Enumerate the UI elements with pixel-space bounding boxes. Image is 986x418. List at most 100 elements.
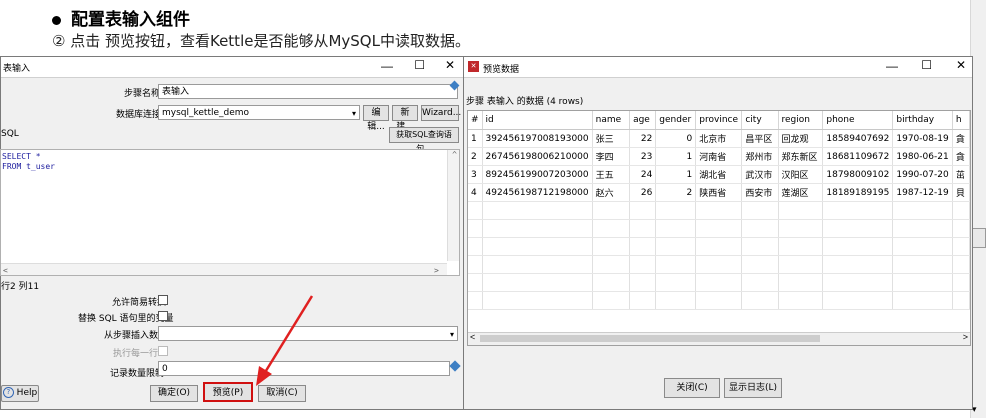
document-scroll-thumb[interactable] (972, 228, 986, 248)
column-header-col3[interactable]: age (629, 111, 657, 130)
column-header-col2[interactable]: name (592, 111, 631, 130)
empty-cell (655, 201, 697, 220)
table-cell: 1 (655, 147, 697, 166)
empty-cell (629, 219, 657, 238)
help-button[interactable]: ? Help (1, 385, 39, 402)
step-name-input[interactable]: 表输入 (158, 84, 458, 99)
sql-vscrollbar[interactable] (447, 150, 459, 261)
table-cell: 1980-06-21 (892, 147, 953, 166)
scroll-left-icon[interactable]: < (470, 332, 475, 342)
empty-row (468, 201, 970, 220)
preview-button[interactable]: 预览(P) (203, 382, 253, 402)
column-header-col8[interactable]: phone (822, 111, 894, 130)
table-row[interactable]: 2 267456198006210000 李四 23 1 河南省 郑州市 郑东新区 186811… (468, 147, 970, 166)
db-connection-select[interactable]: mysql_kettle_demo ▾ (158, 105, 360, 120)
empty-cell (695, 219, 743, 238)
grid-hscrollbar[interactable]: < > (468, 332, 970, 345)
empty-cell (822, 291, 894, 310)
table-cell: 892456199007203000 (482, 165, 593, 184)
table-cell: 1 (468, 129, 483, 148)
table-row[interactable]: 1 392456197008193000 张三 22 0 北京市 昌平区 回龙观 1858940… (468, 129, 970, 148)
slide-bullet-title: 配置表输入组件 (52, 5, 190, 30)
table-cell: 492456198712198000 (482, 183, 593, 202)
empty-cell (482, 273, 593, 292)
empty-cell (822, 255, 894, 274)
lazy-conversion-checkbox[interactable] (158, 295, 168, 305)
table-cell: 18798009102 (822, 165, 894, 184)
empty-cell (892, 237, 953, 256)
wizard-button[interactable]: Wizard... (421, 105, 461, 121)
new-connection-button[interactable]: 新建... (392, 105, 418, 132)
empty-cell (778, 255, 824, 274)
empty-cell (592, 201, 631, 220)
maximize-icon[interactable]: ☐ (921, 58, 932, 72)
empty-cell (629, 291, 657, 310)
edit-connection-button[interactable]: 编辑... (363, 105, 389, 132)
empty-cell (695, 291, 743, 310)
table-cell: 陕西省 (695, 183, 743, 202)
empty-cell (741, 237, 779, 256)
empty-cell (695, 201, 743, 220)
table-cell: 2 (655, 183, 697, 202)
table-cell: 貪 (952, 147, 970, 166)
empty-cell (482, 219, 593, 238)
column-header-col7[interactable]: region (778, 111, 824, 130)
table-cell: 汉阳区 (778, 165, 824, 184)
preview-data-grid[interactable]: # id name age gender province city region phone b… (467, 110, 971, 346)
replace-variables-checkbox[interactable] (158, 311, 168, 321)
scroll-right-icon[interactable]: > (434, 266, 439, 275)
sql-hscrollbar[interactable] (1, 263, 447, 275)
ok-button[interactable]: 确定(O) (150, 385, 198, 402)
table-row[interactable]: 3 892456199007203000 王五 24 1 湖北省 武汉市 汉阳区 1879800… (468, 165, 970, 184)
table-cell: 郑州市 (741, 147, 779, 166)
close-icon[interactable]: ✕ (956, 58, 966, 72)
db-connection-label: 数据库连接 (116, 110, 162, 120)
execute-each-row-label: 执行每一行? (113, 349, 163, 359)
column-header-col6[interactable]: city (741, 111, 779, 130)
table-cell: 昌平区 (741, 129, 779, 148)
show-log-button[interactable]: 显示日志(L) (724, 378, 782, 398)
table-cell: 北京市 (695, 129, 743, 148)
empty-cell (655, 255, 697, 274)
scroll-right-icon[interactable]: > (963, 332, 968, 342)
maximize-icon[interactable]: ☐ (414, 58, 425, 72)
empty-cell (629, 273, 657, 292)
minimize-icon[interactable]: — (886, 59, 898, 73)
get-sql-button[interactable]: 获取SQL查询语句... (389, 127, 459, 153)
close-preview-button[interactable]: 关闭(C) (664, 378, 720, 398)
column-header-col10[interactable]: h (952, 111, 970, 130)
column-header-col1[interactable]: id (482, 111, 593, 130)
right-dialog-title: 预览数据 (483, 65, 520, 75)
execute-each-row-checkbox[interactable] (158, 346, 168, 356)
sql-editor[interactable]: SELECT * FROM t_user ^ < > (0, 149, 460, 276)
empty-cell (741, 219, 779, 238)
table-cell: 2 (468, 147, 483, 166)
table-cell: 西安市 (741, 183, 779, 202)
column-header-col4[interactable]: gender (655, 111, 697, 130)
empty-cell (592, 255, 631, 274)
empty-cell (592, 291, 631, 310)
close-icon[interactable]: ✕ (445, 58, 455, 72)
chevron-down-icon: ▾ (351, 109, 356, 118)
table-cell: 貝 (952, 183, 970, 202)
empty-row (468, 273, 970, 292)
empty-cell (892, 273, 953, 292)
empty-cell (655, 291, 697, 310)
grid-scroll-thumb[interactable] (480, 335, 820, 342)
column-header-col5[interactable]: province (695, 111, 743, 130)
empty-cell (655, 273, 697, 292)
table-row[interactable]: 4 492456198712198000 赵六 26 2 陕西省 西安市 莲湖区 1818918… (468, 183, 970, 202)
scroll-up-icon[interactable]: ^ (452, 150, 457, 159)
column-header-col9[interactable]: birthday (892, 111, 953, 130)
table-cell: 河南省 (695, 147, 743, 166)
empty-cell (778, 291, 824, 310)
table-cell: 湖北省 (695, 165, 743, 184)
empty-cell (892, 291, 953, 310)
empty-cell (629, 255, 657, 274)
table-cell: 3 (468, 165, 483, 184)
table-cell: 张三 (592, 129, 631, 148)
minimize-icon[interactable]: — (381, 59, 393, 73)
scroll-left-icon[interactable]: < (3, 266, 8, 275)
column-header-index[interactable]: # (468, 111, 483, 130)
table-cell: 1 (655, 165, 697, 184)
